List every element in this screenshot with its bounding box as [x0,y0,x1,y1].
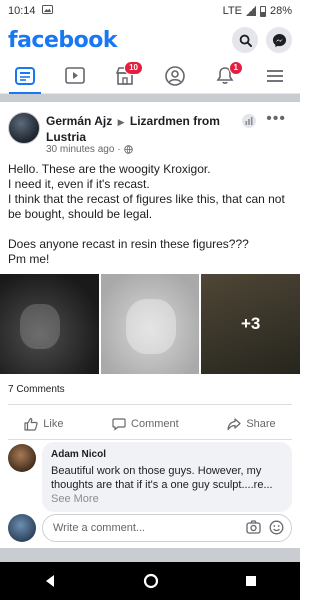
thumbs-up-icon [24,417,38,431]
more-photos-overlay[interactable]: +3 [201,274,301,374]
marketplace-badge: 10 [124,60,143,75]
post-photo[interactable]: +3 [201,274,301,374]
author-name-link[interactable]: Germán Ajz [46,114,112,128]
post-timestamp[interactable]: 30 minutes ago [46,144,114,155]
bar-chart-icon [245,117,253,125]
commenter-name[interactable]: Adam Nicol [51,448,283,462]
news-feed-icon [15,66,35,85]
camera-icon[interactable] [246,520,261,534]
tab-watch[interactable] [55,59,95,93]
arrow-right-icon: ▶ [117,117,125,127]
photo-notification-icon [41,5,53,17]
home-icon[interactable] [143,573,159,589]
profile-icon [165,65,185,86]
facebook-logo[interactable]: facebook [8,28,118,53]
feed-separator [0,548,300,562]
tab-menu[interactable] [255,59,295,93]
comment-label: Comment [131,418,179,430]
see-more-link[interactable]: See More [51,493,99,505]
tab-news-feed[interactable] [5,59,45,94]
search-icon [239,34,252,47]
post-more-options-button[interactable]: ••• [266,110,286,128]
post-photo[interactable] [0,274,99,374]
tab-notifications[interactable]: 1 [205,59,245,93]
system-navigation-bar [0,562,300,600]
comment-text: Beautiful work on those guys. However, m… [51,465,273,491]
photo-figure-shape [125,299,176,354]
share-label: Share [246,418,276,430]
comment-bubble-icon [112,418,126,431]
post-meta: 30 minutes ago · [46,144,133,155]
meta-separator: · [117,144,121,155]
search-button[interactable] [232,27,258,53]
composer-icons [246,520,284,535]
author-avatar[interactable] [8,112,40,144]
comment-button[interactable]: Comment [112,417,179,431]
divider [8,439,292,440]
insights-button[interactable] [242,114,256,128]
tab-profile[interactable] [155,59,195,93]
app-header: facebook [0,22,300,58]
globe-icon [124,145,133,154]
menu-icon [267,69,283,82]
like-button[interactable]: Like [24,417,63,431]
comment-composer: Write a comment... [8,514,292,542]
post-photo-grid: +3 [0,274,301,374]
post-photo[interactable] [100,274,200,374]
share-button[interactable]: Share [227,417,276,431]
comment-count-link[interactable]: 7 Comments [8,384,65,395]
emoji-icon[interactable] [269,520,284,535]
comment-text-wrapper: Beautiful work on those guys. However, m… [51,464,283,506]
current-user-avatar [8,514,36,542]
write-comment-placeholder: Write a comment... [53,522,146,534]
like-label: Like [43,418,64,430]
post-body-text: Hello. These are the woogity Kroxigor. I… [8,162,285,266]
recents-icon[interactable] [245,575,257,587]
post-author-line: Germán Ajz ▶ Lizardmen from Lustria [46,114,252,145]
battery-icon [259,5,266,17]
comment-bubble[interactable]: Adam Nicol Beautiful work on those guys.… [42,442,292,512]
divider [8,404,292,405]
messenger-button[interactable] [266,27,292,53]
comment-item: Adam Nicol Beautiful work on those guys.… [8,442,292,512]
tab-marketplace[interactable]: 10 [105,59,145,93]
status-time: 10:14 [8,5,36,17]
notifications-badge: 1 [228,60,243,75]
signal-icon [245,6,256,16]
watch-icon [65,67,85,84]
more-dots-icon: ••• [266,110,286,127]
tab-bar: 10 1 [0,58,300,94]
post-action-bar: Like Comment Share [0,410,300,438]
share-arrow-icon [227,418,241,431]
commenter-avatar[interactable] [8,444,36,472]
battery-label: 28% [269,5,292,17]
messenger-icon [272,33,286,47]
post-header: Germán Ajz ▶ Lizardmen from Lustria 30 m… [8,110,292,156]
back-icon[interactable] [43,574,57,588]
status-bar: 10:14 LTE 28% [0,0,300,22]
network-label: LTE [222,5,242,17]
feed-post: Germán Ajz ▶ Lizardmen from Lustria 30 m… [0,102,301,542]
feed-separator [0,94,300,102]
photo-figure-shape [20,304,60,349]
